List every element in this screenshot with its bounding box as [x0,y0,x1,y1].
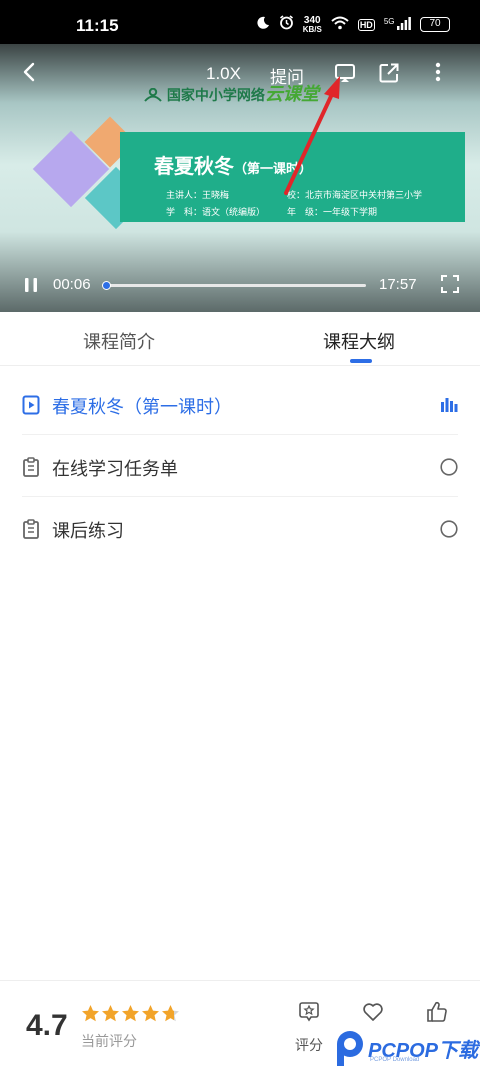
slide-grade: 年 级：一年级下学期 [287,208,378,218]
outline-item[interactable]: 春夏秋冬（第一课时） [22,373,458,435]
player-bottom-controls: 00:06 17:57 [0,266,480,306]
playing-bars-icon [440,396,458,414]
clipboard-icon [22,519,40,539]
status-time: 11:15 [76,16,119,35]
wifi-icon [331,15,349,34]
video-player[interactable]: 国家中小学网络云课堂 春夏秋冬（第一课时） 主讲人：王晓梅 校：北京市海淀区中关… [0,44,480,312]
signal-label: 5G [383,17,395,26]
net-speed: 340 KB/S [302,14,322,34]
active-tab-indicator [350,359,372,363]
cast-screen-icon [335,64,355,82]
back-button[interactable] [22,62,36,88]
slide-lecturer: 主讲人：王晓梅 [166,191,230,201]
more-vertical-icon [435,62,441,82]
slide-title-suffix: （第一课时） [234,162,313,177]
status-bar: 11:15 340 KB/S HD 5G 70 [0,0,480,44]
watermark-logo-icon [337,1031,363,1066]
outline-item-label: 课后练习 [52,521,124,542]
share-button[interactable] [378,62,400,84]
cast-screen-button[interactable] [334,62,356,84]
outline-item-label: 在线学习任务单 [52,459,178,480]
tab-course-outline[interactable]: 课程大纲 [323,328,395,354]
signal-icon: 5G [384,17,411,32]
rate-star-icon [299,1002,319,1022]
fullscreen-icon [441,275,459,293]
watermark-brand-cn: 下载 [438,1040,479,1062]
empty-circle-icon [440,458,458,476]
slide-title-main: 春夏秋冬 [154,154,234,178]
outline-item-label: 春夏秋冬（第一课时） [52,397,232,418]
progress-bar[interactable] [101,281,366,290]
total-time: 17:57 [379,276,417,293]
slide-subject: 学 科：语文（统编版） [166,208,266,218]
current-time: 00:06 [53,276,91,293]
video-play-icon [22,395,40,415]
rate-button[interactable]: 评分 [287,1001,331,1055]
playback-speed-button[interactable]: 1.0X [206,64,241,84]
share-external-icon [379,63,399,83]
net-speed-value: 340 [303,14,321,26]
more-options-button[interactable] [430,60,446,84]
watermark: PCPOP下载 PCPOP Download [330,1027,480,1069]
ask-question-button[interactable]: 提问 [270,63,304,88]
rating-star-icon [82,1005,99,1022]
slide-banner: 春夏秋冬（第一课时） 主讲人：王晓梅 校：北京市海淀区中关村第三小学 学 科：语… [120,132,465,222]
pause-icon [25,278,37,292]
rating-star-icon [142,1005,159,1022]
alarm-icon [279,15,294,34]
progress-handle[interactable] [101,281,111,290]
pause-button[interactable] [22,275,40,295]
fullscreen-button[interactable] [440,274,460,294]
moon-icon [256,15,270,34]
heart-icon [363,1003,383,1021]
slide-school: 校：北京市海淀区中关村第三小学 [287,191,423,201]
tab-course-intro[interactable]: 课程简介 [83,328,155,354]
rating-stars [81,1004,180,1023]
player-top-controls: 1.0X 提问 [0,44,480,104]
rating-score: 4.7 [26,1009,68,1042]
outline-item[interactable]: 课后练习 [22,497,458,559]
rating-star-icon [102,1005,119,1022]
rating-star-icon [162,1005,179,1022]
status-icons: 340 KB/S HD 5G 70 [256,15,450,34]
watermark-small: PCPOP Download [370,1057,420,1063]
rating-caption: 当前评分 [81,1034,137,1050]
back-arrow-icon [23,62,35,82]
course-outline-list: 春夏秋冬（第一课时） 在线学习任务单 课后练习 [0,373,480,559]
course-tabs: 课程简介 课程大纲 [0,312,480,366]
net-speed-unit: KB/S [302,24,322,34]
slide-title: 春夏秋冬（第一课时） [154,150,312,179]
rate-button-label: 评分 [295,1038,323,1054]
hd-icon: HD [357,18,375,31]
battery-icon: 70 [420,17,450,32]
thumbs-up-icon [427,1001,447,1022]
outline-item[interactable]: 在线学习任务单 [22,435,458,497]
rating-star-icon [122,1005,139,1022]
empty-circle-icon [440,520,458,538]
clipboard-icon [22,457,40,477]
